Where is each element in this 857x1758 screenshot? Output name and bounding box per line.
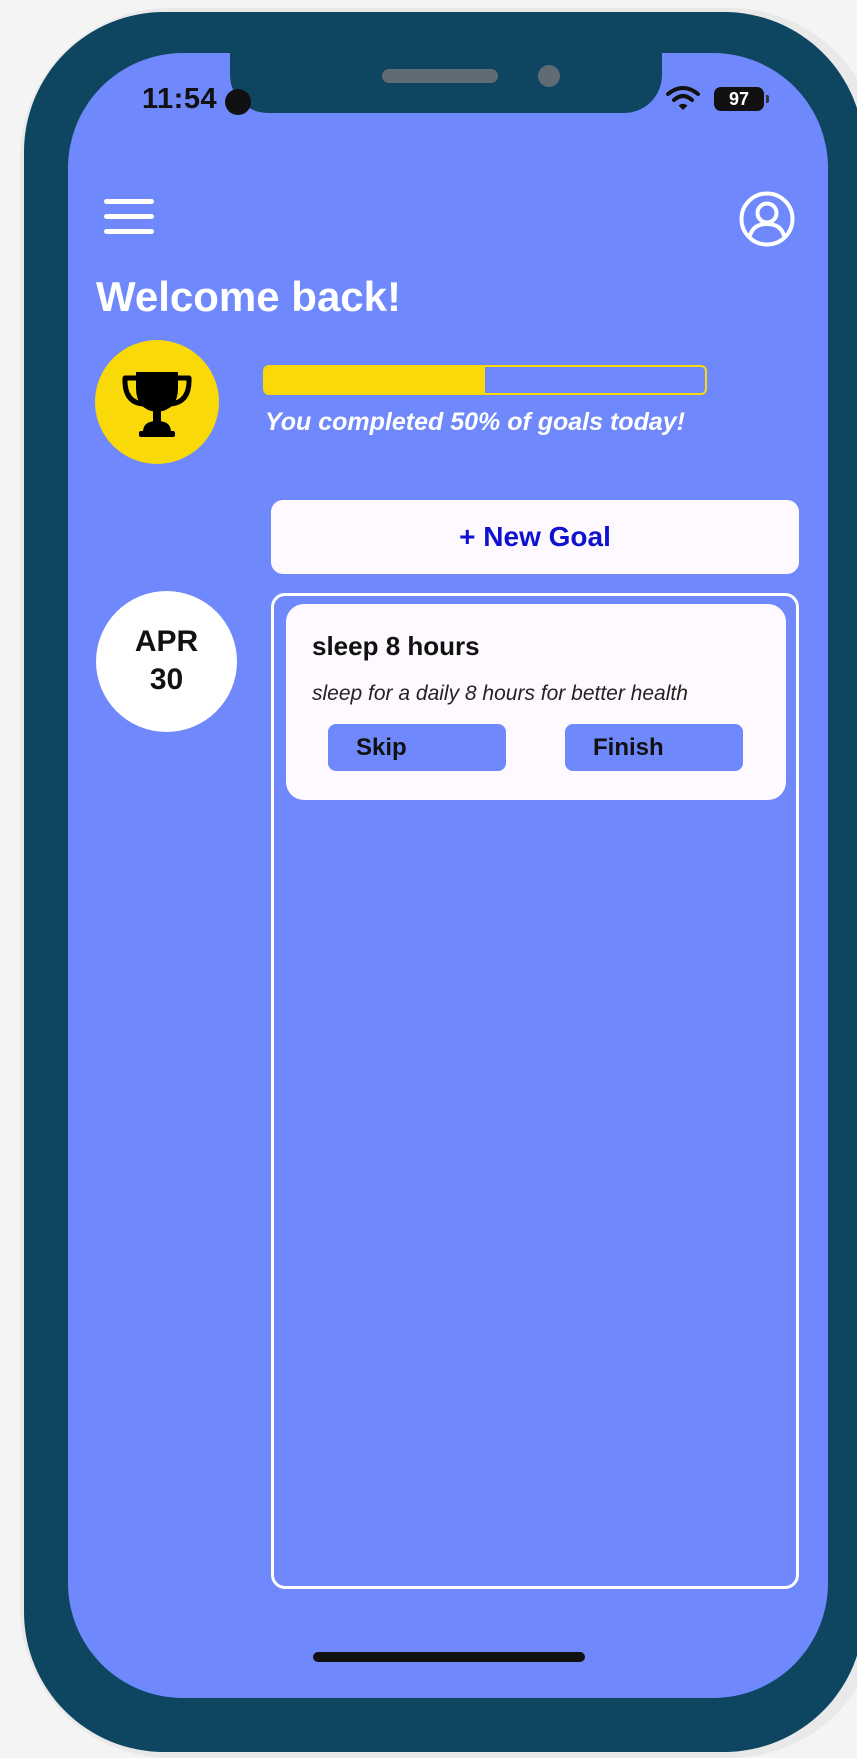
trophy-badge: [95, 340, 219, 464]
goal-card[interactable]: sleep 8 hours sleep for a daily 8 hours …: [286, 604, 786, 800]
front-camera: [538, 65, 560, 87]
date-day: 30: [149, 663, 184, 696]
date-badge: APR 30: [96, 591, 237, 732]
new-goal-button[interactable]: + New Goal: [271, 500, 799, 574]
battery-icon: 97: [714, 87, 764, 111]
date-month: APR: [134, 625, 199, 658]
goal-description: sleep for a daily 8 hours for better hea…: [312, 682, 688, 705]
home-indicator[interactable]: [313, 1652, 585, 1662]
hamburger-menu-icon[interactable]: [104, 199, 154, 237]
status-time: 11:54: [142, 83, 218, 115]
focus-indicator-icon: [225, 89, 251, 115]
daily-progress-bar: [263, 365, 707, 395]
app-screen: 11:54 97 Welcome back! You completed 50%…: [68, 53, 828, 1698]
goal-title: sleep 8 hours: [312, 631, 480, 661]
finish-button[interactable]: Finish: [565, 724, 743, 771]
trophy-icon: [122, 372, 192, 437]
skip-button[interactable]: Skip: [328, 724, 506, 771]
page-title: Welcome back!: [96, 273, 402, 320]
speaker-grille: [382, 69, 498, 83]
notch: [230, 53, 662, 113]
battery-tip: [766, 95, 769, 103]
wifi-icon: [666, 86, 700, 110]
progress-fill: [265, 367, 485, 393]
user-profile-icon[interactable]: [739, 191, 795, 247]
progress-message: You completed 50% of goals today!: [265, 408, 685, 436]
goal-list[interactable]: sleep 8 hours sleep for a daily 8 hours …: [271, 593, 799, 1589]
